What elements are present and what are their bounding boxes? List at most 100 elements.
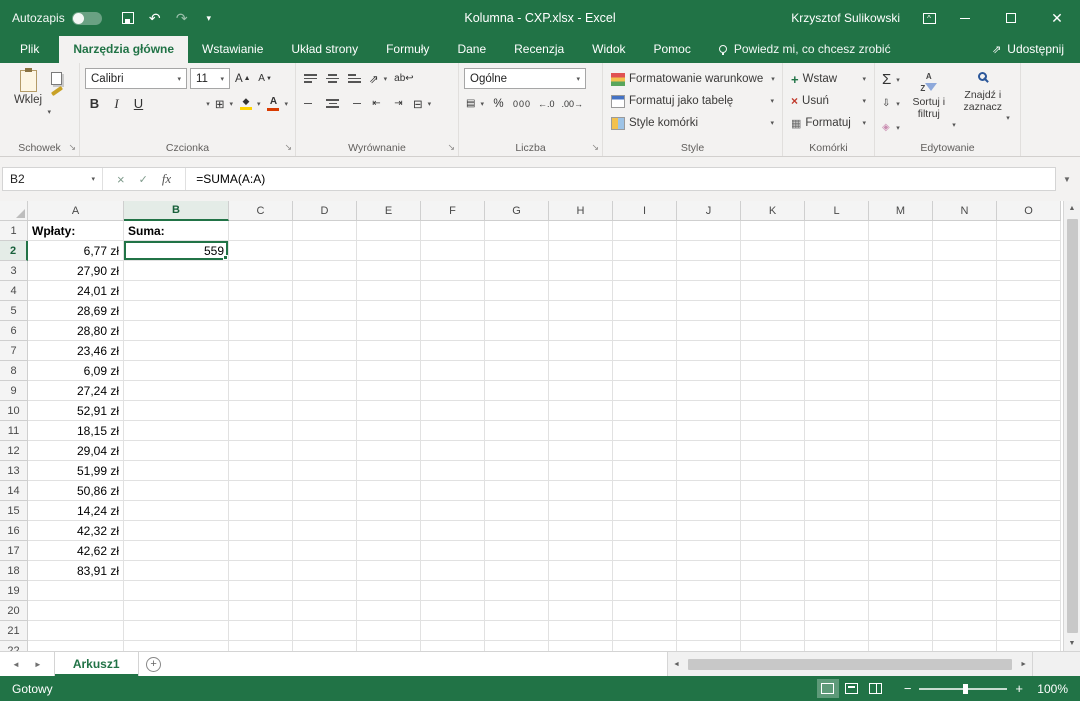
cell-F13[interactable] [421,461,485,481]
cell-G6[interactable] [485,321,549,341]
insert-cells-button[interactable]: + Wstaw ▾ [788,68,869,90]
cell-J11[interactable] [677,421,741,441]
cell-H19[interactable] [549,581,613,601]
increase-decimal-button[interactable]: ←.0 [536,93,557,114]
format-cells-button[interactable]: ▦ Formatuj ▾ [788,112,869,134]
cell-N10[interactable] [933,401,997,421]
cell-E12[interactable] [357,441,421,461]
cell-I6[interactable] [613,321,677,341]
cell-M3[interactable] [869,261,933,281]
cell-L3[interactable] [805,261,869,281]
ribbon-tab-widok[interactable]: Widok [578,36,639,63]
cell-O4[interactable] [997,281,1061,301]
cell-K22[interactable] [741,641,805,651]
row-header-13[interactable]: 13 [0,461,28,481]
cell-I3[interactable] [613,261,677,281]
cell-A7[interactable]: 23,46 zł [28,341,124,361]
cell-G15[interactable] [485,501,549,521]
cell-A6[interactable]: 28,80 zł [28,321,124,341]
cell-E18[interactable] [357,561,421,581]
cell-K7[interactable] [741,341,805,361]
cell-B17[interactable] [124,541,229,561]
cell-C15[interactable] [229,501,293,521]
horizontal-scrollbar-thumb[interactable] [688,659,1012,670]
row-header-17[interactable]: 17 [0,541,28,561]
cell-D11[interactable] [293,421,357,441]
orientation-button[interactable]: ⇗▾ [367,68,389,89]
cell-M17[interactable] [869,541,933,561]
cell-O6[interactable] [997,321,1061,341]
cell-L20[interactable] [805,601,869,621]
cell-B18[interactable] [124,561,229,581]
cell-F4[interactable] [421,281,485,301]
cell-D2[interactable] [293,241,357,261]
ribbon-tab-pomoc[interactable]: Pomoc [640,36,705,63]
cell-J21[interactable] [677,621,741,641]
cell-O5[interactable] [997,301,1061,321]
cell-L14[interactable] [805,481,869,501]
font-dialog-launcher-icon[interactable]: ↘ [284,142,292,153]
cell-K12[interactable] [741,441,805,461]
cell-L1[interactable] [805,221,869,241]
cell-J16[interactable] [677,521,741,541]
cell-N6[interactable] [933,321,997,341]
ribbon-display-options-button[interactable]: ^ [916,0,942,36]
cell-J6[interactable] [677,321,741,341]
cell-A11[interactable]: 18,15 zł [28,421,124,441]
cell-B9[interactable] [124,381,229,401]
cell-G19[interactable] [485,581,549,601]
cell-C9[interactable] [229,381,293,401]
cell-I13[interactable] [613,461,677,481]
autosum-button[interactable]: Σ▾ [880,69,902,90]
cell-F19[interactable] [421,581,485,601]
cell-F7[interactable] [421,341,485,361]
cell-C1[interactable] [229,221,293,241]
cell-N7[interactable] [933,341,997,361]
shrink-font-button[interactable]: A▼ [256,68,275,89]
cell-I21[interactable] [613,621,677,641]
underline-dropdown-icon[interactable]: ▾ [202,100,210,108]
cell-B21[interactable] [124,621,229,641]
cell-M5[interactable] [869,301,933,321]
cell-K5[interactable] [741,301,805,321]
clipboard-dialog-launcher-icon[interactable]: ↘ [68,142,76,153]
column-header-D[interactable]: D [293,201,357,221]
cell-F18[interactable] [421,561,485,581]
paste-dropdown-icon[interactable]: ▾ [43,108,51,116]
fill-color-button[interactable]: ◆ ▾ [238,93,263,114]
ribbon-tab-układ-strony[interactable]: Układ strony [277,36,372,63]
cell-M9[interactable] [869,381,933,401]
cell-D1[interactable] [293,221,357,241]
save-button[interactable] [116,5,140,31]
cell-C11[interactable] [229,421,293,441]
row-header-16[interactable]: 16 [0,521,28,541]
cell-H22[interactable] [549,641,613,651]
cell-G18[interactable] [485,561,549,581]
cell-I7[interactable] [613,341,677,361]
comma-style-button[interactable]: 000 [511,93,533,114]
cell-C16[interactable] [229,521,293,541]
column-header-E[interactable]: E [357,201,421,221]
cell-M7[interactable] [869,341,933,361]
cell-D17[interactable] [293,541,357,561]
signed-in-user[interactable]: Krzysztof Sulikowski [791,11,916,25]
cell-M13[interactable] [869,461,933,481]
cell-E20[interactable] [357,601,421,621]
cell-M15[interactable] [869,501,933,521]
cell-E11[interactable] [357,421,421,441]
cell-M22[interactable] [869,641,933,651]
cell-G9[interactable] [485,381,549,401]
cell-O21[interactable] [997,621,1061,641]
font-name-combobox[interactable]: Calibri▾ [85,68,187,89]
cell-K1[interactable] [741,221,805,241]
cell-F2[interactable] [421,241,485,261]
insert-function-icon[interactable]: fx [162,171,171,187]
paste-button[interactable]: Wklej ▾ [5,68,51,116]
cell-F9[interactable] [421,381,485,401]
number-dialog-launcher-icon[interactable]: ↘ [591,142,599,153]
cell-H9[interactable] [549,381,613,401]
ribbon-tab-recenzja[interactable]: Recenzja [500,36,578,63]
column-header-I[interactable]: I [613,201,677,221]
cell-M2[interactable] [869,241,933,261]
cell-M16[interactable] [869,521,933,541]
